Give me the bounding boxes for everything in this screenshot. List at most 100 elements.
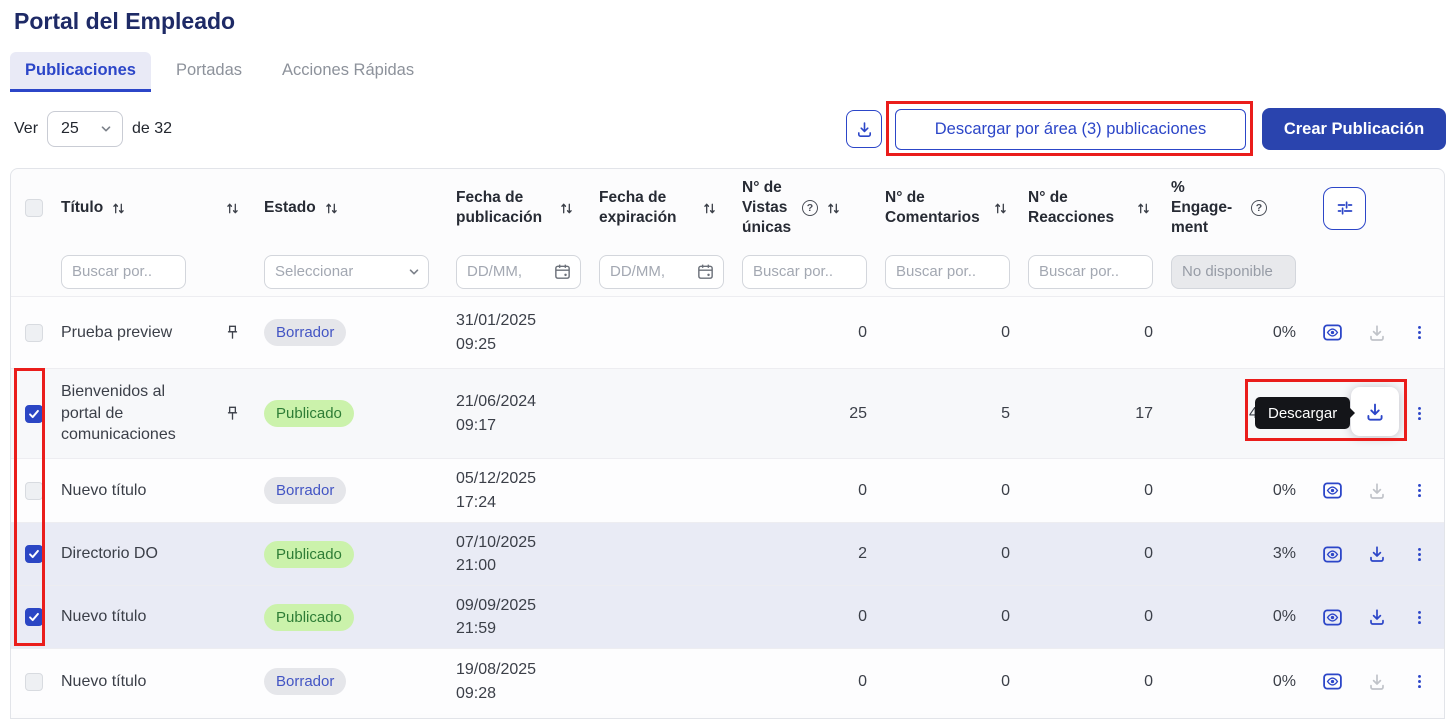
views-value: 2 — [734, 523, 877, 585]
kebab-menu-icon — [1411, 546, 1428, 563]
filter-vistas-input[interactable] — [742, 255, 867, 289]
preview-eye-button[interactable] — [1322, 322, 1343, 343]
reactions-value: 0 — [1020, 459, 1163, 522]
publish-date: 19/08/2025 — [456, 658, 536, 681]
row-menu-button[interactable] — [1411, 405, 1428, 422]
download-icon — [1367, 607, 1387, 627]
download-by-area-button[interactable]: Descargar por área (3) publicaciones — [895, 109, 1246, 150]
row-title[interactable]: Nuevo título — [61, 671, 146, 693]
status-badge: Publicado — [264, 604, 354, 631]
sort-icon[interactable] — [324, 201, 339, 216]
sort-icon[interactable] — [1136, 201, 1151, 216]
publish-time: 21:59 — [456, 617, 496, 640]
publish-time: 09:28 — [456, 682, 496, 705]
sort-icon[interactable] — [111, 201, 126, 216]
filter-fecha-expiracion-input[interactable]: DD/MM, — [599, 255, 724, 289]
column-header-vistas-unicas: N° de Vistas únicas — [742, 178, 794, 238]
download-row-button[interactable] — [1367, 544, 1387, 564]
row-menu-button[interactable] — [1411, 482, 1428, 499]
column-header-comentarios: N° de Comentarios — [885, 188, 985, 228]
eye-icon — [1322, 607, 1343, 628]
pin-icon — [223, 323, 242, 342]
filter-estado-select[interactable]: Seleccionar — [264, 255, 429, 289]
filter-fecha-publicacion-input[interactable]: DD/MM, — [456, 255, 581, 289]
column-header-engagement: % Engage-ment — [1171, 178, 1243, 238]
row-menu-button[interactable] — [1411, 546, 1428, 563]
column-header-reacciones: N° de Reacciones — [1028, 188, 1128, 228]
publish-date: 09/09/2025 — [456, 594, 536, 617]
publish-date: 07/10/2025 — [456, 531, 536, 554]
table-filter-row: Seleccionar DD/MM, DD/MM, — [11, 247, 1444, 296]
row-menu-button[interactable] — [1411, 673, 1428, 690]
row-title[interactable]: Directorio DO — [61, 543, 158, 565]
table-row: Nuevo título Borrador 05/12/202517:24 0 … — [11, 458, 1444, 522]
chevron-down-icon — [100, 123, 112, 135]
views-value: 0 — [734, 649, 877, 714]
sort-icon[interactable] — [826, 201, 841, 216]
tab-acciones-rapidas[interactable]: Acciones Rápidas — [267, 52, 429, 92]
comments-value: 0 — [877, 297, 1020, 368]
kebab-menu-icon — [1411, 609, 1428, 626]
row-checkbox[interactable] — [25, 545, 43, 563]
create-publication-button[interactable]: Crear Publicación — [1262, 108, 1446, 150]
help-icon[interactable] — [1251, 200, 1267, 216]
sort-icon[interactable] — [993, 201, 1008, 216]
select-all-checkbox[interactable] — [25, 199, 43, 217]
views-value: 0 — [734, 586, 877, 648]
row-title[interactable]: Nuevo título — [61, 480, 146, 502]
row-checkbox[interactable] — [25, 608, 43, 626]
comments-value: 0 — [877, 586, 1020, 648]
table-header-row: Título Estado Fecha de publicación Fecha… — [11, 169, 1444, 247]
download-row-button[interactable] — [1367, 481, 1387, 501]
status-badge: Borrador — [264, 319, 346, 346]
row-checkbox[interactable] — [25, 405, 43, 423]
row-menu-button[interactable] — [1411, 609, 1428, 626]
row-title[interactable]: Bienvenidos al portal de comunicaciones — [61, 381, 209, 446]
row-checkbox[interactable] — [25, 324, 43, 342]
check-icon — [27, 610, 41, 624]
sort-icon-pin-column[interactable] — [225, 201, 240, 216]
row-checkbox[interactable] — [25, 673, 43, 691]
download-row-button[interactable] — [1367, 323, 1387, 343]
eye-icon — [1322, 322, 1343, 343]
filter-comentarios-input[interactable] — [885, 255, 1010, 289]
row-menu-button[interactable] — [1411, 324, 1428, 341]
reactions-value: 0 — [1020, 523, 1163, 585]
table-body: Prueba preview Borrador 31/01/202509:25 … — [11, 296, 1444, 714]
page-size-value: 25 — [61, 120, 79, 138]
filter-titulo-input[interactable] — [61, 255, 186, 289]
publish-date: 31/01/2025 — [456, 309, 536, 332]
comments-value: 5 — [877, 369, 1020, 458]
engagement-value: 0% — [1273, 673, 1296, 691]
status-badge: Borrador — [264, 477, 346, 504]
comments-value: 0 — [877, 649, 1020, 714]
tab-publicaciones[interactable]: Publicaciones — [10, 52, 151, 92]
publish-date: 21/06/2024 — [456, 390, 536, 413]
preview-eye-button[interactable] — [1322, 671, 1343, 692]
tab-portadas[interactable]: Portadas — [161, 52, 257, 92]
row-checkbox[interactable] — [25, 482, 43, 500]
comments-value: 0 — [877, 523, 1020, 585]
download-tooltip: Descargar — [1255, 397, 1350, 429]
download-row-button[interactable] — [1367, 672, 1387, 692]
row-title[interactable]: Nuevo título — [61, 606, 146, 628]
preview-eye-button[interactable] — [1322, 544, 1343, 565]
reactions-value: 0 — [1020, 586, 1163, 648]
kebab-menu-icon — [1411, 324, 1428, 341]
views-value: 0 — [734, 297, 877, 368]
preview-eye-button[interactable] — [1322, 607, 1343, 628]
download-icon — [855, 120, 874, 139]
sort-icon[interactable] — [559, 201, 574, 216]
sort-icon[interactable] — [702, 201, 717, 216]
page-size-select[interactable]: 25 — [47, 111, 123, 147]
chevron-down-icon — [408, 266, 420, 278]
kebab-menu-icon — [1411, 673, 1428, 690]
row-title[interactable]: Prueba preview — [61, 322, 172, 344]
preview-eye-button[interactable] — [1322, 480, 1343, 501]
total-count-label: de 32 — [132, 120, 172, 138]
column-settings-button[interactable] — [1323, 187, 1366, 230]
help-icon[interactable] — [802, 200, 818, 216]
download-row-button[interactable] — [1367, 607, 1387, 627]
filter-reacciones-input[interactable] — [1028, 255, 1153, 289]
export-button[interactable] — [846, 110, 882, 148]
